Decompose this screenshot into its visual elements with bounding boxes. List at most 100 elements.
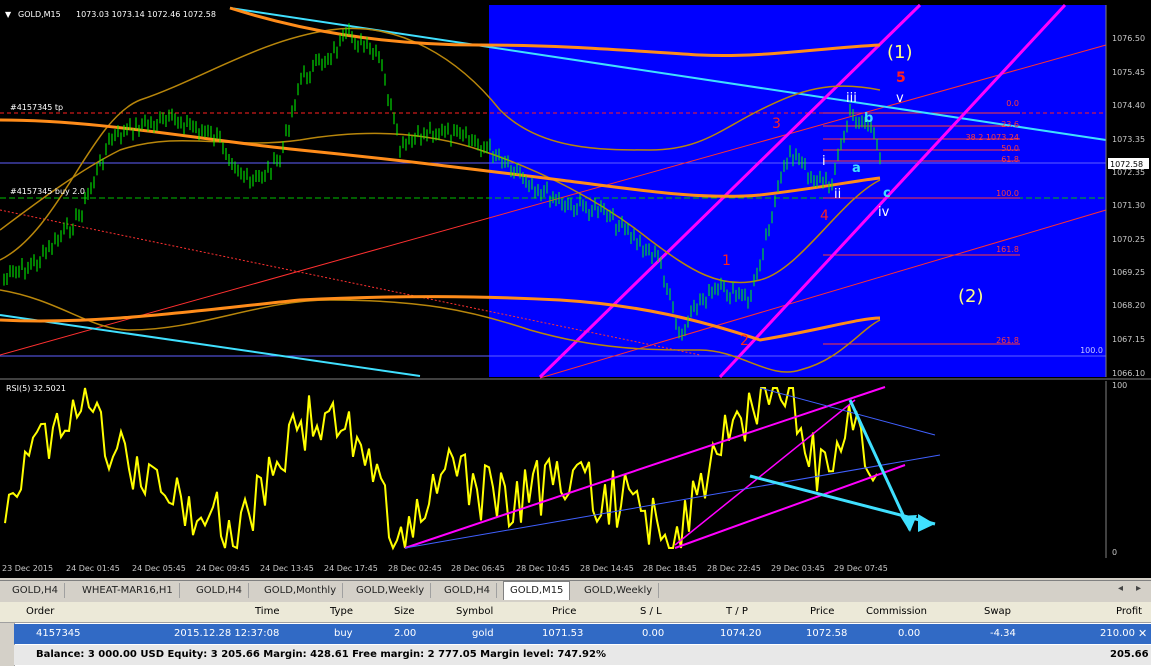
time-axis-label: 29 Dec 07:45 bbox=[834, 564, 888, 573]
price-axis-label: 1069.25 bbox=[1112, 268, 1145, 277]
tab-gold-weekly[interactable]: GOLD,Weekly bbox=[578, 583, 660, 598]
chart-symbol: GOLD,M15 bbox=[18, 10, 61, 19]
balance-row: Balance: 3 000.00 USD Equity: 3 205.66 M… bbox=[14, 645, 1151, 665]
tab-scroll-left-icon[interactable]: ◂ bbox=[1118, 583, 1123, 594]
price-axis-label: 1072.35 bbox=[1112, 168, 1145, 177]
order-commission: 0.00 bbox=[898, 628, 921, 639]
price-axis-label: 1067.15 bbox=[1112, 335, 1145, 344]
buy-label: #4157345 buy 2.0 bbox=[10, 187, 85, 196]
wave-label-iii: iii bbox=[846, 91, 857, 106]
time-axis-label: 29 Dec 03:45 bbox=[771, 564, 825, 573]
order-open-price: 1071.53 bbox=[542, 628, 584, 639]
tab-wheat-h1[interactable]: WHEAT-MAR16,H1 bbox=[76, 583, 180, 598]
time-axis-label: 23 Dec 2015 bbox=[2, 564, 53, 573]
wave-label-2: 2 bbox=[740, 333, 749, 349]
time-axis-label: 24 Dec 17:45 bbox=[324, 564, 378, 573]
tab-gold-monthly[interactable]: GOLD,Monthly bbox=[258, 583, 344, 598]
order-swap: -4.34 bbox=[990, 628, 1016, 639]
close-order-icon[interactable]: ✕ bbox=[1138, 624, 1147, 644]
rsi-axis-0: 0 bbox=[1112, 548, 1117, 557]
terminal-panel: × Order Time Type Size Symbol Price S / … bbox=[0, 602, 1151, 666]
wave-label-a: a bbox=[852, 161, 861, 176]
col-type[interactable]: Type bbox=[330, 602, 353, 622]
fib-label: 0.0 bbox=[1006, 99, 1019, 108]
fib-label: 23.6 bbox=[1001, 120, 1019, 129]
price-axis-label: 1066.10 bbox=[1112, 369, 1145, 378]
tab-gold-m15[interactable]: GOLD,M15 bbox=[503, 581, 571, 600]
wave-label-iv: iv bbox=[878, 205, 890, 220]
chart-tabs: GOLD,H4 WHEAT-MAR16,H1 GOLD,H4 GOLD,Mont… bbox=[0, 580, 1151, 601]
order-current-price: 1072.58 bbox=[806, 628, 848, 639]
fib-label: 161.8 bbox=[996, 245, 1019, 254]
fib-label: 261.8 bbox=[996, 336, 1019, 345]
wave-label-5: 5 bbox=[896, 70, 906, 86]
wave-label-big-2: (2) bbox=[958, 286, 984, 307]
col-profit[interactable]: Profit bbox=[1116, 602, 1142, 622]
time-axis-label: 28 Dec 22:45 bbox=[707, 564, 761, 573]
price-axis-label: 1076.50 bbox=[1112, 34, 1145, 43]
time-axis-label: 28 Dec 14:45 bbox=[580, 564, 634, 573]
tab-gold-weekly[interactable]: GOLD,Weekly bbox=[350, 583, 432, 598]
order-symbol: gold bbox=[472, 628, 494, 639]
price-axis-label: 1070.25 bbox=[1112, 235, 1145, 244]
time-axis-label: 24 Dec 05:45 bbox=[132, 564, 186, 573]
col-size[interactable]: Size bbox=[394, 602, 415, 622]
current-price-label: 1072.58 bbox=[1110, 160, 1143, 169]
fib-label: 50.0 bbox=[1001, 144, 1019, 153]
time-axis-label: 24 Dec 09:45 bbox=[196, 564, 250, 573]
time-axis-label: 24 Dec 01:45 bbox=[66, 564, 120, 573]
col-swap[interactable]: Swap bbox=[984, 602, 1011, 622]
rsi-axis-100: 100 bbox=[1112, 381, 1127, 390]
wave-label-v: v bbox=[896, 91, 904, 106]
fib-label: 61.8 bbox=[1001, 155, 1019, 164]
price-chart[interactable]: 1 2 3 4 5 i ii iii iv v a b c (1) (2) 0.… bbox=[0, 0, 1151, 578]
tab-scroll-right-icon[interactable]: ▸ bbox=[1136, 583, 1141, 594]
col-tp[interactable]: T / P bbox=[726, 602, 748, 622]
wave-label-i: i bbox=[822, 154, 826, 169]
price-axis-label: 1071.30 bbox=[1112, 201, 1145, 210]
balance-profit: 205.66 bbox=[1110, 649, 1149, 660]
order-type: buy bbox=[334, 628, 353, 639]
orders-table-header: Order Time Type Size Symbol Price S / L … bbox=[0, 602, 1151, 623]
order-time: 2015.12.28 12:37:08 bbox=[174, 628, 280, 639]
col-price-current[interactable]: Price bbox=[810, 602, 834, 622]
order-id: 4157345 bbox=[36, 628, 81, 639]
order-tp: 1074.20 bbox=[720, 628, 762, 639]
wave-label-ii: ii bbox=[834, 187, 841, 202]
tab-gold-h4[interactable]: GOLD,H4 bbox=[6, 583, 65, 598]
tab-gold-h4[interactable]: GOLD,H4 bbox=[190, 583, 249, 598]
wave-label-b: b bbox=[864, 111, 873, 126]
price-axis-label: 1068.20 bbox=[1112, 301, 1145, 310]
fib-label: 100.0 bbox=[996, 189, 1019, 198]
time-axis-label: 28 Dec 06:45 bbox=[451, 564, 505, 573]
rsi-pane[interactable] bbox=[0, 381, 1106, 558]
wave-label-4: 4 bbox=[820, 208, 829, 224]
order-row[interactable]: 4157345 2015.12.28 12:37:08 buy 2.00 gol… bbox=[14, 624, 1151, 644]
order-size: 2.00 bbox=[394, 628, 417, 639]
wave-label-1: 1 bbox=[722, 253, 731, 269]
rsi-label: RSI(5) 32.5021 bbox=[6, 384, 66, 393]
chart-area[interactable]: 1 2 3 4 5 i ii iii iv v a b c (1) (2) 0.… bbox=[0, 0, 1151, 578]
order-sl: 0.00 bbox=[642, 628, 665, 639]
col-price[interactable]: Price bbox=[552, 602, 576, 622]
tab-gold-h4[interactable]: GOLD,H4 bbox=[438, 583, 497, 598]
wave-label-big-1: (1) bbox=[887, 42, 913, 63]
balance-summary: Balance: 3 000.00 USD Equity: 3 205.66 M… bbox=[36, 649, 606, 660]
time-axis-label: 24 Dec 13:45 bbox=[260, 564, 314, 573]
col-time[interactable]: Time bbox=[255, 602, 279, 622]
chart-header-prices: 1073.03 1073.14 1072.46 1072.58 bbox=[76, 10, 216, 19]
wave-label-3: 3 bbox=[772, 116, 781, 132]
price-axis-label: 1073.35 bbox=[1112, 135, 1145, 144]
order-profit: 210.00 bbox=[1100, 628, 1135, 639]
tp-label: #4157345 tp bbox=[10, 103, 63, 112]
time-axis-label: 28 Dec 18:45 bbox=[643, 564, 697, 573]
col-symbol[interactable]: Symbol bbox=[456, 602, 493, 622]
corner-label: 100.0 bbox=[1080, 346, 1103, 355]
col-commission[interactable]: Commission bbox=[866, 602, 927, 622]
chart-header-arrow[interactable]: ▼ bbox=[5, 10, 12, 19]
time-axis-label: 28 Dec 10:45 bbox=[516, 564, 570, 573]
col-sl[interactable]: S / L bbox=[640, 602, 662, 622]
col-order[interactable]: Order bbox=[26, 602, 54, 622]
fib-label: 38.2 1073.24 bbox=[966, 133, 1019, 142]
wave-label-c: c bbox=[883, 186, 891, 201]
